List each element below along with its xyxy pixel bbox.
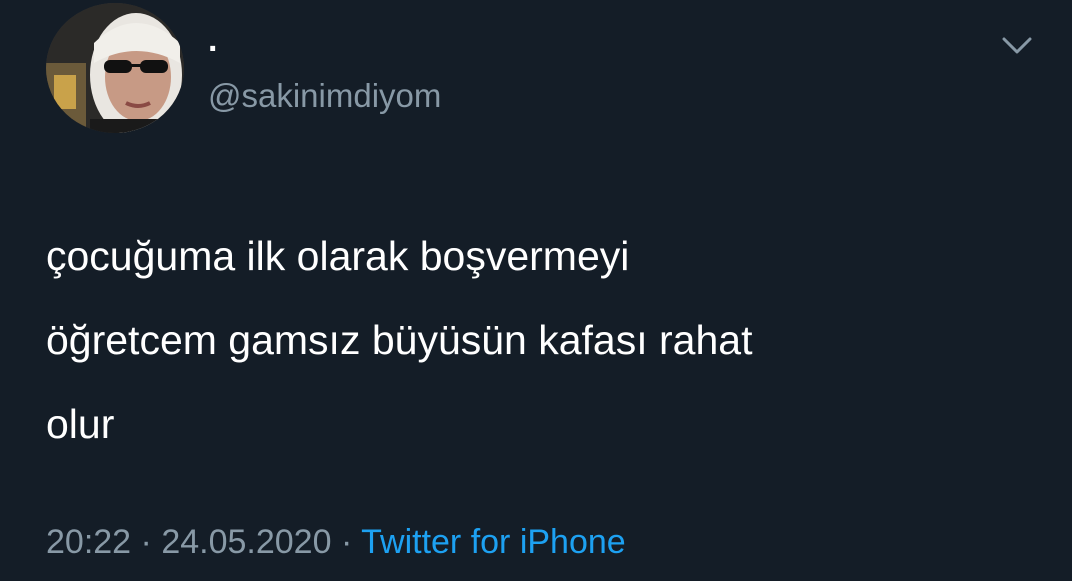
tweet-text: çocuğuma ilk olarak boşvermeyi öğretcem … bbox=[46, 214, 1036, 466]
tweet-card: . @sakinimdiyom çocuğuma ilk olarak boşv… bbox=[0, 0, 1072, 581]
separator: · bbox=[140, 523, 152, 561]
tweet-source-link[interactable]: Twitter for iPhone bbox=[361, 523, 626, 561]
display-name[interactable]: . bbox=[208, 20, 217, 60]
tweet-date[interactable]: 24.05.2020 bbox=[161, 523, 331, 561]
tweet-time[interactable]: 20:22 bbox=[46, 523, 131, 561]
user-handle[interactable]: @sakinimdiyom bbox=[208, 76, 441, 116]
tweet-text-line: çocuğuma ilk olarak boşvermeyi bbox=[46, 233, 630, 279]
tweet-text-line: öğretcem gamsız büyüsün kafası rahat bbox=[46, 317, 753, 363]
avatar[interactable] bbox=[46, 3, 184, 133]
tweet-text-line: olur bbox=[46, 401, 115, 447]
chevron-down-icon[interactable] bbox=[1000, 34, 1034, 58]
avatar-photo-icon bbox=[46, 3, 184, 133]
tweet-meta: 20:22 · 24.05.2020 · Twitter for iPhone bbox=[46, 520, 626, 564]
separator: · bbox=[340, 523, 353, 561]
